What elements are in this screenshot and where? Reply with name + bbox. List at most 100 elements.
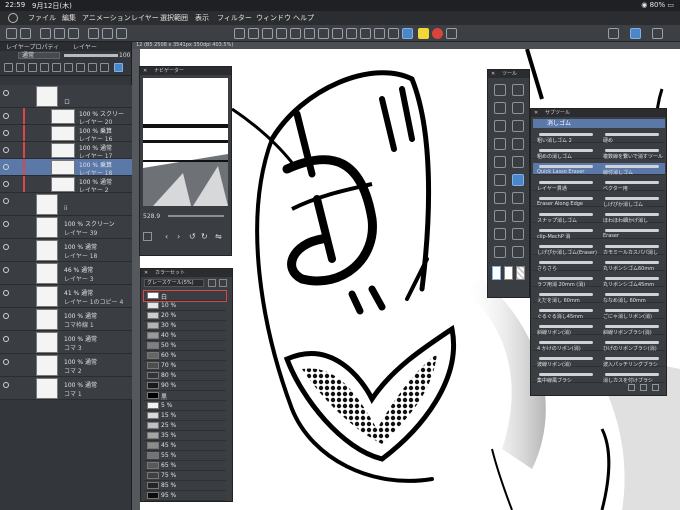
transparent-color-swatch[interactable]	[516, 266, 525, 280]
brush-icon[interactable]	[346, 28, 357, 39]
swatch-item[interactable]: 80 %	[144, 371, 226, 381]
brush-row[interactable]: 集中線風ブラシ 消しカスを付けブラシ	[533, 371, 665, 384]
panel-toggle-icon[interactable]	[630, 28, 641, 39]
invert-selection-icon[interactable]	[262, 28, 273, 39]
panel-menu-icon[interactable]	[114, 63, 123, 72]
add-icon[interactable]	[418, 28, 429, 39]
layer-row[interactable]: 100 % スクリー レイヤー 20	[0, 108, 132, 126]
copy-subtool-icon[interactable]	[628, 384, 635, 391]
menu-help[interactable]: ヘルプ	[293, 13, 314, 23]
zoom-icon[interactable]	[54, 28, 65, 39]
swatch-item[interactable]: 30 %	[144, 321, 226, 331]
layer-row[interactable]: 100 % 通常 コマ 2	[0, 354, 132, 377]
add-subtool-icon[interactable]	[640, 384, 647, 391]
brush-row[interactable]: 斜線リボン(消) 斜線リボンブラシ(消)	[533, 323, 665, 336]
eyedropper-icon[interactable]	[388, 28, 399, 39]
opacity-slider[interactable]	[64, 54, 118, 57]
eye-icon[interactable]	[3, 130, 9, 136]
frame-tool-icon[interactable]	[494, 228, 506, 240]
layer-row[interactable]: 46 % 通常 レイヤー 3	[0, 262, 132, 285]
blend-tool-icon[interactable]	[494, 192, 506, 204]
main-color-swatch[interactable]	[492, 266, 501, 280]
rotate-right-icon[interactable]: ↻	[201, 232, 208, 241]
menu-filter[interactable]: フィルター	[217, 13, 252, 23]
operation-tool-icon[interactable]	[494, 102, 506, 114]
magic-wand-tool-icon[interactable]	[512, 120, 524, 132]
mask-icon[interactable]	[52, 63, 61, 72]
layer-row[interactable]: ロ	[0, 85, 132, 108]
close-icon[interactable]: ✕	[534, 110, 538, 116]
eye-icon[interactable]	[3, 90, 9, 96]
layer-row[interactable]: 100 % 通常 レイヤー 18	[0, 239, 132, 262]
swatch-item[interactable]: 黒	[144, 391, 226, 401]
menu-window[interactable]: ウィンドウ	[256, 13, 291, 23]
layer-row[interactable]: 100 % 乗算 レイヤー 16	[0, 125, 132, 143]
fullscreen-icon[interactable]	[652, 28, 663, 39]
eye-icon[interactable]	[3, 290, 9, 296]
layout-icon[interactable]	[608, 28, 619, 39]
pencil-tool-icon[interactable]	[494, 156, 506, 168]
eye-icon[interactable]	[3, 164, 9, 170]
swatch-item[interactable]: 75 %	[144, 471, 226, 481]
brush-row[interactable]: えだを消し 60mm ななめ消し 60mm	[533, 291, 665, 304]
hand-icon[interactable]	[40, 28, 51, 39]
brush-row[interactable]: さらさら 丸リボンシゴム60mm	[533, 259, 665, 272]
airbrush-tool-icon[interactable]	[494, 174, 506, 186]
subtool-group-header[interactable]: 消しゴム	[533, 119, 665, 128]
redo-icon[interactable]	[20, 28, 31, 39]
balloon-tool-icon[interactable]	[512, 246, 524, 258]
eyedropper-nav-icon[interactable]	[143, 232, 152, 241]
new-folder-icon[interactable]	[100, 63, 109, 72]
swatch-item[interactable]: 45 %	[144, 441, 226, 451]
eye-icon[interactable]	[3, 267, 9, 273]
navigator-zoom-slider[interactable]	[168, 215, 224, 217]
menu-view[interactable]: 表示	[195, 13, 209, 23]
lasso-tool-icon[interactable]	[512, 102, 524, 114]
eye-icon[interactable]	[3, 382, 9, 388]
fill-icon[interactable]	[290, 28, 301, 39]
swatch-item[interactable]: 20 %	[144, 311, 226, 321]
palette-icon[interactable]	[76, 63, 85, 72]
swatch-item[interactable]: 65 %	[144, 461, 226, 471]
swatch-item[interactable]: 10 %	[144, 301, 226, 311]
close-icon[interactable]: ✕	[143, 68, 147, 74]
layer-row[interactable]: 100 % 通常 コマ 3	[0, 331, 132, 354]
color-set-add-icon[interactable]	[219, 279, 227, 287]
eye-icon[interactable]	[3, 221, 9, 227]
brush-row[interactable]: しげぴか消しゴム(Eraser) カモミールカスパパ消し	[533, 243, 665, 256]
clear-icon[interactable]	[276, 28, 287, 39]
menu-layer[interactable]: レイヤー	[131, 13, 159, 23]
swatch-item[interactable]: 35 %	[144, 431, 226, 441]
eye-icon[interactable]	[3, 198, 9, 204]
layer-row[interactable]: 100 % 通常 レイヤー 2	[0, 176, 132, 194]
swatch-item[interactable]: 90 %	[144, 381, 226, 391]
menu-file[interactable]: ファイル	[28, 13, 56, 23]
new-layer-icon[interactable]	[88, 63, 97, 72]
app-logo-icon[interactable]	[8, 13, 18, 23]
transform-icon[interactable]	[304, 28, 315, 39]
zoom-tool-icon[interactable]	[494, 84, 506, 96]
swatch-item[interactable]: 白	[143, 290, 227, 302]
move-tool-icon[interactable]	[512, 84, 524, 96]
gradient-tool-icon[interactable]	[494, 210, 506, 222]
rotate-left-icon[interactable]: ↺	[189, 232, 196, 241]
chevron-left-icon[interactable]: ‹	[165, 232, 168, 241]
layer-row[interactable]: 41 % 通常 レイヤー 1のコピー 4	[0, 285, 132, 308]
blend-mode-select[interactable]: 通常	[18, 52, 60, 59]
undo-icon[interactable]	[6, 28, 17, 39]
chevron-right-icon[interactable]: ›	[177, 232, 180, 241]
brush-row[interactable]: 4 かけのリボン(消) ひげのリボンブラシ(消)	[533, 339, 665, 352]
save-icon[interactable]	[102, 28, 113, 39]
brush-row[interactable]: 粗い消しゴム 2 硬め	[533, 131, 665, 144]
swatch-item[interactable]: 55 %	[144, 451, 226, 461]
tab-layer-property[interactable]: レイヤープロパティ	[6, 44, 59, 51]
swatch-item[interactable]: 85 %	[144, 481, 226, 491]
eye-icon[interactable]	[3, 244, 9, 250]
brush-row[interactable]: スナップ消しゴム ほわほわ細かげ消し	[533, 211, 665, 224]
swatch-item[interactable]: 25 %	[144, 421, 226, 431]
layer-row[interactable]: 100 % 通常 コマ 1	[0, 377, 132, 400]
reference-icon[interactable]	[28, 63, 37, 72]
canvas-tab[interactable]: 12 (B5 2508 x 3541px 350dpi 403.5%)	[132, 42, 680, 49]
tab-layer[interactable]: レイヤー	[73, 44, 97, 51]
eye-icon[interactable]	[3, 336, 9, 342]
